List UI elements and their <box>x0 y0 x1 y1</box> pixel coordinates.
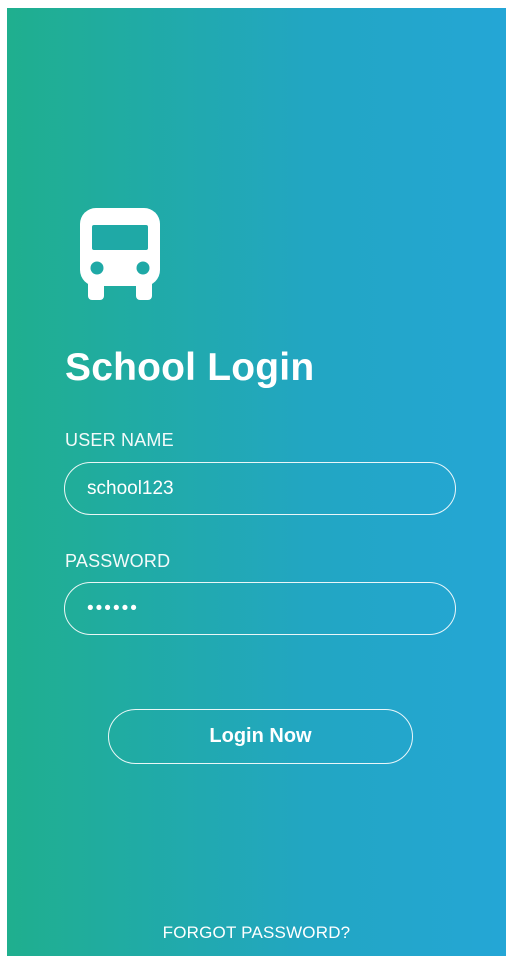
login-screen: School Login USER NAME PASSWORD Login No… <box>7 8 506 956</box>
password-label: PASSWORD <box>65 551 171 571</box>
login-button[interactable]: Login Now <box>108 709 413 764</box>
password-input[interactable] <box>65 583 455 634</box>
forgot-password-link[interactable]: FORGOT PASSWORD? <box>7 923 506 943</box>
username-input[interactable] <box>65 463 455 514</box>
bus-icon <box>80 208 160 300</box>
page-title: School Login <box>65 346 315 389</box>
password-field-container[interactable] <box>64 582 456 635</box>
username-label: USER NAME <box>65 430 174 450</box>
username-field-container[interactable] <box>64 462 456 515</box>
